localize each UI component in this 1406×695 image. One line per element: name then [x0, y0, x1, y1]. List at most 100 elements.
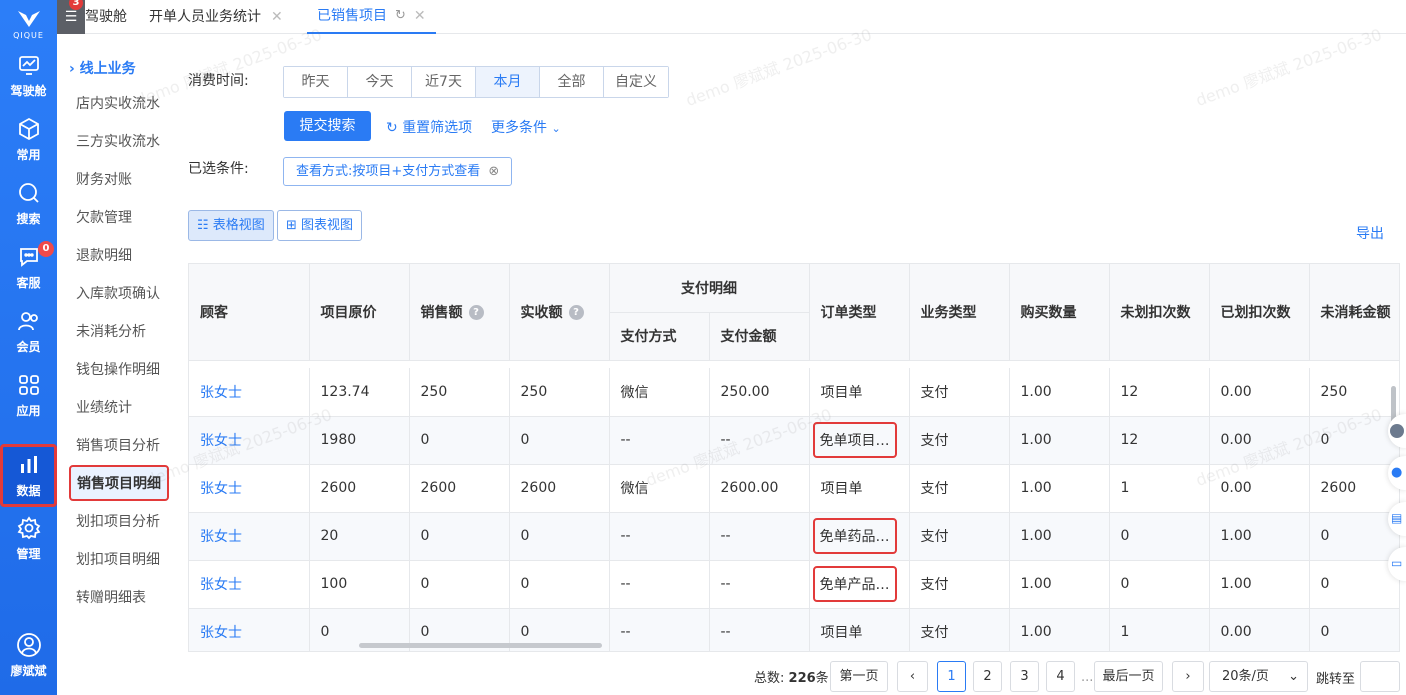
time-option[interactable]: 自定义: [604, 67, 668, 97]
rail-item-service[interactable]: 客服 0: [0, 237, 57, 297]
top-tab-bar: ☰ 3 驾驶舱 开单人员业务统计 ✕ 已销售项目 ↻ ✕: [57, 0, 1406, 34]
subnav-item[interactable]: 店内实收流水: [76, 93, 160, 113]
tab-dashboard[interactable]: 驾驶舱: [75, 0, 137, 34]
brand-name: QIQUE: [13, 30, 44, 40]
subnav-item[interactable]: 未消耗分析: [76, 321, 146, 341]
cell-sales: 0: [409, 560, 510, 609]
cell-pay-amount: --: [709, 416, 810, 465]
time-option[interactable]: 昨天: [284, 67, 348, 97]
more-conditions-link[interactable]: 更多条件 ⌄: [491, 117, 561, 137]
table-view-button[interactable]: ☷ 表格视图: [188, 210, 274, 241]
rail-label: 客服: [16, 275, 41, 290]
subnav-item[interactable]: 欠款管理: [76, 207, 132, 227]
rail-item-common[interactable]: 常用: [0, 109, 57, 169]
logo-icon: [17, 10, 40, 27]
submit-search-button[interactable]: 提交搜索: [284, 111, 371, 141]
subnav-item[interactable]: 财务对账: [76, 169, 132, 189]
rail-item-data[interactable]: 数据: [0, 444, 57, 507]
help-icon[interactable]: ?: [568, 305, 584, 321]
selected-condition-chip[interactable]: 查看方式:按项目+支付方式查看 ⊗: [283, 157, 513, 186]
cell-orig-price: 2600: [309, 464, 410, 513]
cell-order-type: 免单项目…: [809, 416, 910, 465]
col-header-customer: 顾客: [189, 264, 310, 361]
col-header-qty: 购买数量: [1009, 264, 1110, 361]
rail-item-members[interactable]: 会员: [0, 301, 57, 361]
rail-item-manage[interactable]: 管理: [0, 508, 57, 568]
horizontal-scrollbar[interactable]: [359, 643, 602, 648]
cell-customer[interactable]: 张女士: [189, 560, 310, 609]
cell-customer[interactable]: 张女士: [189, 368, 310, 417]
jump-page-input[interactable]: [1360, 661, 1400, 692]
cell-deducted: 0.00: [1209, 416, 1310, 465]
subnav-item[interactable]: 转赠明细表: [76, 587, 146, 607]
rail-item-apps[interactable]: 应用: [0, 365, 57, 425]
cell-unconsumed: 250: [1309, 368, 1399, 417]
cell-customer[interactable]: 张女士: [189, 608, 310, 651]
rail-item-search[interactable]: 搜索: [0, 173, 57, 233]
chart-view-button[interactable]: ⊞ 图表视图: [277, 210, 363, 241]
rail-user[interactable]: 廖斌斌: [0, 625, 57, 685]
order-type-highlight: 免单药品…: [812, 518, 897, 554]
subnav-item-active[interactable]: 销售项目明细: [69, 465, 169, 501]
rail-label: 会员: [16, 339, 41, 354]
brand-logo[interactable]: QIQUE: [0, 0, 57, 48]
cell-not-deducted: 0: [1109, 512, 1210, 561]
page-size-select[interactable]: 20条/页 ⌄: [1209, 661, 1308, 692]
watermark: demo 廖斌斌 2025-06-30: [1193, 24, 1385, 110]
col-header-order-type: 订单类型: [809, 264, 910, 361]
page-button[interactable]: 2: [973, 661, 1002, 692]
first-page-button[interactable]: 第一页: [830, 661, 888, 692]
col-header-pay-method: 支付方式: [609, 312, 710, 361]
table-row: 张女士 20 0 0 -- -- 免单药品… 支付 1.00 0 1.00 0: [189, 512, 1399, 561]
subnav-item[interactable]: 入库款项确认: [76, 283, 160, 303]
cell-received: 2600: [509, 464, 610, 513]
cell-customer[interactable]: 张女士: [189, 464, 310, 513]
tablet-icon: ▭: [1391, 556, 1403, 570]
cell-deducted: 1.00: [1209, 560, 1310, 609]
page-button[interactable]: 3: [1010, 661, 1039, 692]
cell-deducted: 1.00: [1209, 512, 1310, 561]
subnav-item[interactable]: 业绩统计: [76, 397, 132, 417]
next-page-button[interactable]: ›: [1172, 661, 1204, 692]
time-option[interactable]: 今天: [348, 67, 412, 97]
avatar-icon: [1390, 424, 1404, 438]
chevron-right-icon: ›: [1185, 669, 1191, 684]
subnav-item[interactable]: 划扣项目明细: [76, 549, 160, 569]
cell-customer[interactable]: 张女士: [189, 416, 310, 465]
rail-label: 数据: [16, 484, 41, 498]
cell-qty: 1.00: [1009, 608, 1110, 651]
tab-sold-items[interactable]: 已销售项目 ↻ ✕: [307, 0, 436, 34]
cell-sales: 0: [409, 416, 510, 465]
subnav-item[interactable]: 销售项目分析: [76, 435, 160, 455]
cell-pay-method: --: [609, 608, 710, 651]
col-header-biz-type: 业务类型: [909, 264, 1010, 361]
page-button[interactable]: 4: [1046, 661, 1075, 692]
refresh-icon[interactable]: ↻: [395, 2, 406, 30]
subnav-group[interactable]: › 线上业务: [69, 58, 136, 78]
cube-icon: [16, 116, 42, 142]
chevron-down-icon: ⌄: [1288, 669, 1299, 684]
rail-item-dashboard[interactable]: 驾驶舱: [0, 45, 57, 105]
subnav-item[interactable]: 划扣项目分析: [76, 511, 160, 531]
time-option[interactable]: 近7天: [412, 67, 476, 97]
help-icon[interactable]: ?: [468, 305, 484, 321]
list-icon: ☷: [197, 218, 209, 233]
rail-label: 管理: [16, 546, 41, 561]
export-link[interactable]: 导出: [1356, 223, 1384, 243]
time-option-selected[interactable]: 本月: [476, 67, 540, 97]
page-button-active[interactable]: 1: [937, 661, 966, 692]
cell-biz-type: 支付: [909, 416, 1010, 465]
time-option[interactable]: 全部: [540, 67, 604, 97]
reset-filters-link[interactable]: ↻ 重置筛选项: [386, 117, 472, 137]
tab-staff-stats[interactable]: 开单人员业务统计 ✕: [139, 0, 293, 34]
subnav-item[interactable]: 三方实收流水: [76, 131, 160, 151]
subnav-item[interactable]: 退款明细: [76, 245, 132, 265]
prev-page-button[interactable]: ‹: [897, 661, 928, 692]
close-icon[interactable]: ✕: [271, 3, 283, 31]
cell-customer[interactable]: 张女士: [189, 512, 310, 561]
subnav-item[interactable]: 钱包操作明细: [76, 359, 160, 379]
close-circle-icon[interactable]: ⊗: [488, 164, 499, 179]
col-header-orig-price: 项目原价: [309, 264, 410, 361]
close-icon[interactable]: ✕: [414, 2, 426, 30]
last-page-button[interactable]: 最后一页: [1094, 661, 1163, 692]
